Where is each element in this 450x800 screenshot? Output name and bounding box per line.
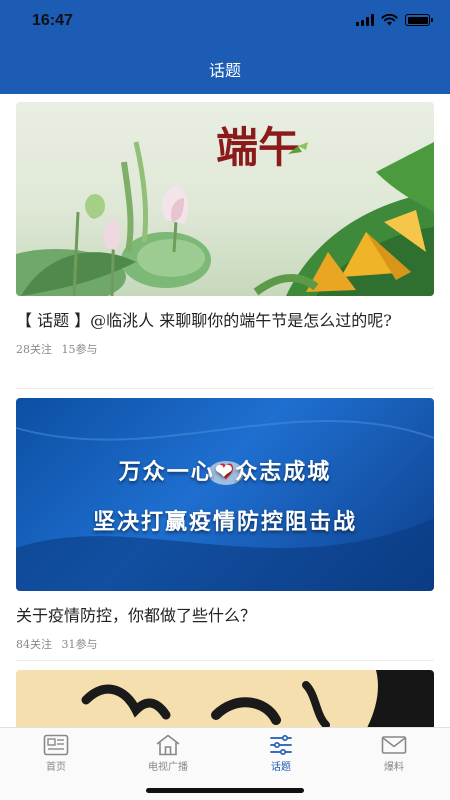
tab-topic[interactable]: 话题 bbox=[241, 734, 321, 773]
newspaper-icon bbox=[43, 734, 69, 756]
home-icon bbox=[156, 734, 180, 756]
divider bbox=[16, 388, 434, 389]
divider bbox=[16, 660, 434, 661]
signal-icon bbox=[356, 14, 374, 26]
topic-image-dragon-boat[interactable]: 端午 bbox=[16, 102, 434, 296]
duanwu-calligraphy: 端午 bbox=[216, 123, 300, 172]
wifi-icon bbox=[381, 14, 398, 26]
topic-meta: 84关注 31参与 bbox=[16, 636, 434, 652]
page-title: 话题 bbox=[208, 61, 241, 80]
topic-feed[interactable]: 端午 【 话题 】@临洮人 来聊聊你的端午节是怎么过的呢? 28关注 15参与 bbox=[0, 94, 450, 727]
tab-home[interactable]: 首页 bbox=[16, 734, 96, 773]
status-icons bbox=[356, 14, 433, 26]
battery-icon bbox=[405, 14, 433, 26]
tab-report[interactable]: 爆料 bbox=[354, 734, 434, 773]
status-time: 16:47 bbox=[32, 12, 73, 29]
topic-list-icon bbox=[270, 734, 292, 756]
tab-label: 话题 bbox=[271, 762, 291, 773]
app-header: 16:47 话题 bbox=[0, 0, 450, 94]
topic-image-epidemic[interactable]: 万众一心❤众志成城 坚决打赢疫情防控阻击战 bbox=[16, 398, 434, 591]
banner-line-2: 坚决打赢疫情防控阻击战 bbox=[92, 510, 357, 535]
follow-count: 84关注 bbox=[16, 638, 52, 651]
banner-background bbox=[16, 420, 434, 591]
status-bar: 16:47 bbox=[0, 0, 450, 44]
topic-title[interactable]: 【 话题 】@临洮人 来聊聊你的端午节是怎么过的呢? bbox=[16, 308, 426, 333]
topic-card[interactable] bbox=[16, 670, 434, 727]
topic-card[interactable]: 万众一心❤众志成城 坚决打赢疫情防控阻击战 关于疫情防控，你都做了些什么？ 84… bbox=[16, 398, 434, 652]
join-count: 15参与 bbox=[61, 343, 98, 356]
tab-label: 电视广播 bbox=[148, 762, 188, 773]
mail-icon bbox=[381, 736, 407, 754]
join-count: 31参与 bbox=[61, 638, 98, 651]
topic-meta: 28关注 15参与 bbox=[16, 341, 434, 357]
follow-count: 28关注 bbox=[16, 343, 52, 356]
banner-line-1: 万众一心❤众志成城 bbox=[118, 460, 332, 485]
topic-title[interactable]: 关于疫情防控，你都做了些什么？ bbox=[16, 603, 426, 628]
home-indicator bbox=[146, 788, 304, 793]
topic-card[interactable]: 端午 【 话题 】@临洮人 来聊聊你的端午节是怎么过的呢? 28关注 15参与 bbox=[16, 102, 434, 357]
tab-label: 首页 bbox=[46, 762, 66, 773]
topic-image-calligraphy[interactable] bbox=[16, 670, 434, 727]
dragon-boat-illustration: 端午 bbox=[16, 123, 434, 296]
ink-calligraphy-image bbox=[81, 670, 434, 727]
tab-label: 爆料 bbox=[384, 762, 404, 773]
tab-tv-radio[interactable]: 电视广播 bbox=[128, 734, 208, 773]
